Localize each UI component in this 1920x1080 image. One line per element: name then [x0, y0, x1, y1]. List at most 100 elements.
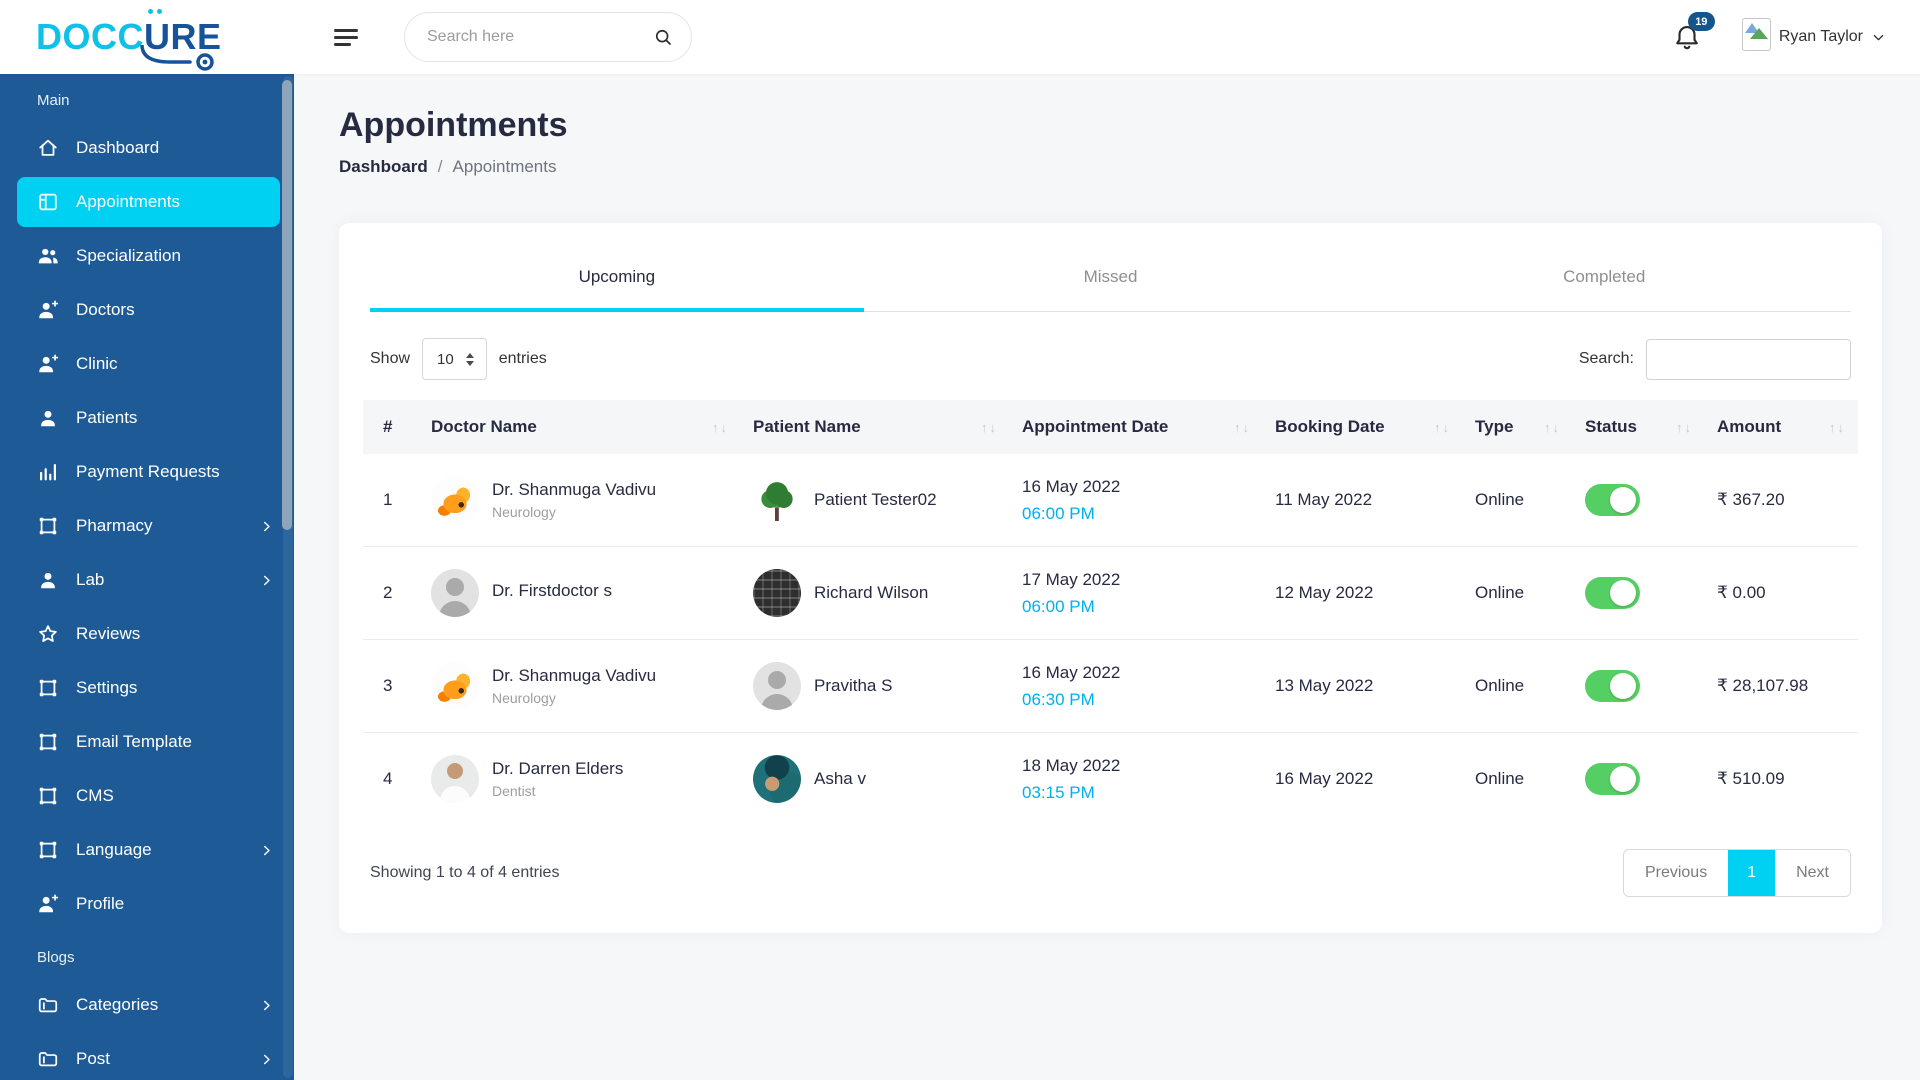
person-icon	[37, 407, 59, 429]
doctor-name[interactable]: Dr. Firstdoctor s	[492, 581, 612, 601]
user-menu[interactable]: Ryan Taylor	[1741, 17, 1886, 51]
doctor-name[interactable]: Dr. Shanmuga Vadivu	[492, 666, 656, 686]
table-search-input[interactable]	[1646, 338, 1851, 380]
doctor-cell[interactable]: Dr. Firstdoctor s	[431, 569, 729, 617]
col-booking-date[interactable]: Booking Date	[1263, 400, 1463, 454]
tab-upcoming[interactable]: Upcoming	[370, 223, 864, 312]
appointment-type: Online	[1463, 546, 1573, 640]
global-search-input[interactable]	[427, 28, 653, 46]
patient-avatar	[753, 755, 801, 803]
sidebar-item-language[interactable]: Language	[0, 823, 294, 877]
status-toggle[interactable]	[1585, 763, 1640, 795]
chevron-right-icon	[259, 573, 274, 588]
booking-date: 11 May 2022	[1263, 454, 1463, 547]
topbar-actions: 19 Ryan Taylor	[1672, 12, 1920, 53]
sort-icon[interactable]	[1544, 417, 1561, 437]
pagination-next-button[interactable]: Next	[1775, 850, 1850, 896]
search-icon[interactable]	[653, 27, 673, 47]
sidebar-item-patients[interactable]: Patients	[0, 391, 294, 445]
sidebar-item-cms[interactable]: CMS	[0, 769, 294, 823]
sort-icon[interactable]	[1829, 417, 1846, 437]
col-amount[interactable]: Amount	[1705, 400, 1858, 454]
col-doctor-name[interactable]: Doctor Name	[419, 400, 741, 454]
col-type[interactable]: Type	[1463, 400, 1573, 454]
sidebar-item-pharmacy[interactable]: Pharmacy	[0, 499, 294, 553]
doctor-cell[interactable]: Dr. Darren Elders Dentist	[431, 755, 729, 803]
sidebar-item-clinic[interactable]: Clinic	[0, 337, 294, 391]
patient-name[interactable]: Asha v	[814, 769, 866, 789]
sidebar-scrollbar[interactable]	[282, 76, 293, 1078]
sidebar-item-specialization[interactable]: Specialization	[0, 229, 294, 283]
patient-avatar	[753, 569, 801, 617]
sidebar-scrollbar-thumb[interactable]	[282, 80, 292, 530]
sidebar-item-doctors[interactable]: Doctors	[0, 283, 294, 337]
breadcrumb-current: Appointments	[452, 157, 557, 176]
sidebar-item-settings[interactable]: Settings	[0, 661, 294, 715]
sidebar-item-email-template[interactable]: Email Template	[0, 715, 294, 769]
sidebar-item-lab[interactable]: Lab	[0, 553, 294, 607]
appointment-time[interactable]: 06:00 PM	[1022, 504, 1251, 524]
amount: ₹ 510.09	[1717, 769, 1785, 788]
status-toggle[interactable]	[1585, 577, 1640, 609]
patient-cell[interactable]: Pravitha S	[753, 662, 998, 710]
sort-icon[interactable]	[1676, 417, 1693, 437]
doctor-cell[interactable]: Dr. Shanmuga Vadivu Neurology	[431, 476, 729, 524]
patient-name[interactable]: Patient Tester02	[814, 490, 937, 510]
tab-completed[interactable]: Completed	[1357, 223, 1851, 311]
toggle-knob	[1610, 673, 1636, 699]
pagination-previous-button[interactable]: Previous	[1623, 850, 1729, 896]
menu-toggle-button[interactable]	[334, 28, 360, 46]
sidebar-item-categories[interactable]: Categories	[0, 978, 294, 1032]
frame-icon	[37, 515, 59, 537]
sort-icon[interactable]	[1234, 417, 1251, 437]
sort-icon[interactable]	[712, 417, 729, 437]
notifications-button[interactable]: 19	[1672, 12, 1715, 53]
sidebar-item-appointments[interactable]: Appointments	[17, 177, 280, 227]
sidebar-item-post[interactable]: Post	[0, 1032, 294, 1080]
patient-cell[interactable]: Patient Tester02	[753, 476, 998, 524]
sidebar-item-payment-requests[interactable]: Payment Requests	[0, 445, 294, 499]
appointments-table: # Doctor Name Patient Name Appointment D…	[363, 400, 1858, 825]
sort-icon[interactable]	[981, 417, 998, 437]
appointment-time[interactable]: 03:15 PM	[1022, 783, 1251, 803]
patient-cell[interactable]: Asha v	[753, 755, 998, 803]
appointments-card: Upcoming Missed Completed Show 10 entrie…	[339, 223, 1882, 933]
sort-icon[interactable]	[1434, 417, 1451, 437]
row-index: 2	[363, 546, 419, 640]
brand-logo[interactable]: DOCCU RE	[0, 9, 294, 71]
doctor-avatar	[431, 569, 479, 617]
appointment-time[interactable]: 06:30 PM	[1022, 690, 1251, 710]
patient-name[interactable]: Pravitha S	[814, 676, 892, 696]
doctor-specialty: Neurology	[492, 690, 556, 706]
chevron-right-icon	[259, 1052, 274, 1067]
breadcrumb-dashboard-link[interactable]: Dashboard	[339, 157, 428, 177]
sidebar-item-dashboard[interactable]: Dashboard	[0, 121, 294, 175]
sidebar-section-blogs: Blogs	[37, 949, 75, 966]
umlaut-dots-icon	[148, 9, 162, 14]
sidebar-item-reviews[interactable]: Reviews	[0, 607, 294, 661]
star-icon	[37, 623, 59, 645]
frame-icon	[37, 839, 59, 861]
patient-cell[interactable]: Richard Wilson	[753, 569, 998, 617]
bar-chart-icon	[37, 461, 59, 483]
col-status[interactable]: Status	[1573, 400, 1705, 454]
page-size-select[interactable]: 10	[422, 338, 487, 380]
toggle-knob	[1610, 580, 1636, 606]
user-name: Ryan Taylor	[1778, 28, 1863, 45]
appointment-date: 18 May 2022	[1022, 755, 1121, 775]
tab-missed[interactable]: Missed	[864, 223, 1358, 311]
pagination-page-1[interactable]: 1	[1728, 850, 1776, 896]
sidebar-item-profile[interactable]: Profile	[0, 877, 294, 931]
frame-icon	[37, 785, 59, 807]
doctor-name[interactable]: Dr. Darren Elders	[492, 759, 623, 779]
col-patient-name[interactable]: Patient Name	[741, 400, 1010, 454]
doctor-name[interactable]: Dr. Shanmuga Vadivu	[492, 480, 656, 500]
table-controls: Show 10 entries Search:	[339, 312, 1882, 400]
patient-name[interactable]: Richard Wilson	[814, 583, 928, 603]
table-header-row: # Doctor Name Patient Name Appointment D…	[363, 400, 1858, 454]
appointment-time[interactable]: 06:00 PM	[1022, 597, 1251, 617]
status-toggle[interactable]	[1585, 670, 1640, 702]
status-toggle[interactable]	[1585, 484, 1640, 516]
doctor-cell[interactable]: Dr. Shanmuga Vadivu Neurology	[431, 662, 729, 710]
col-appointment-date[interactable]: Appointment Date	[1010, 400, 1263, 454]
